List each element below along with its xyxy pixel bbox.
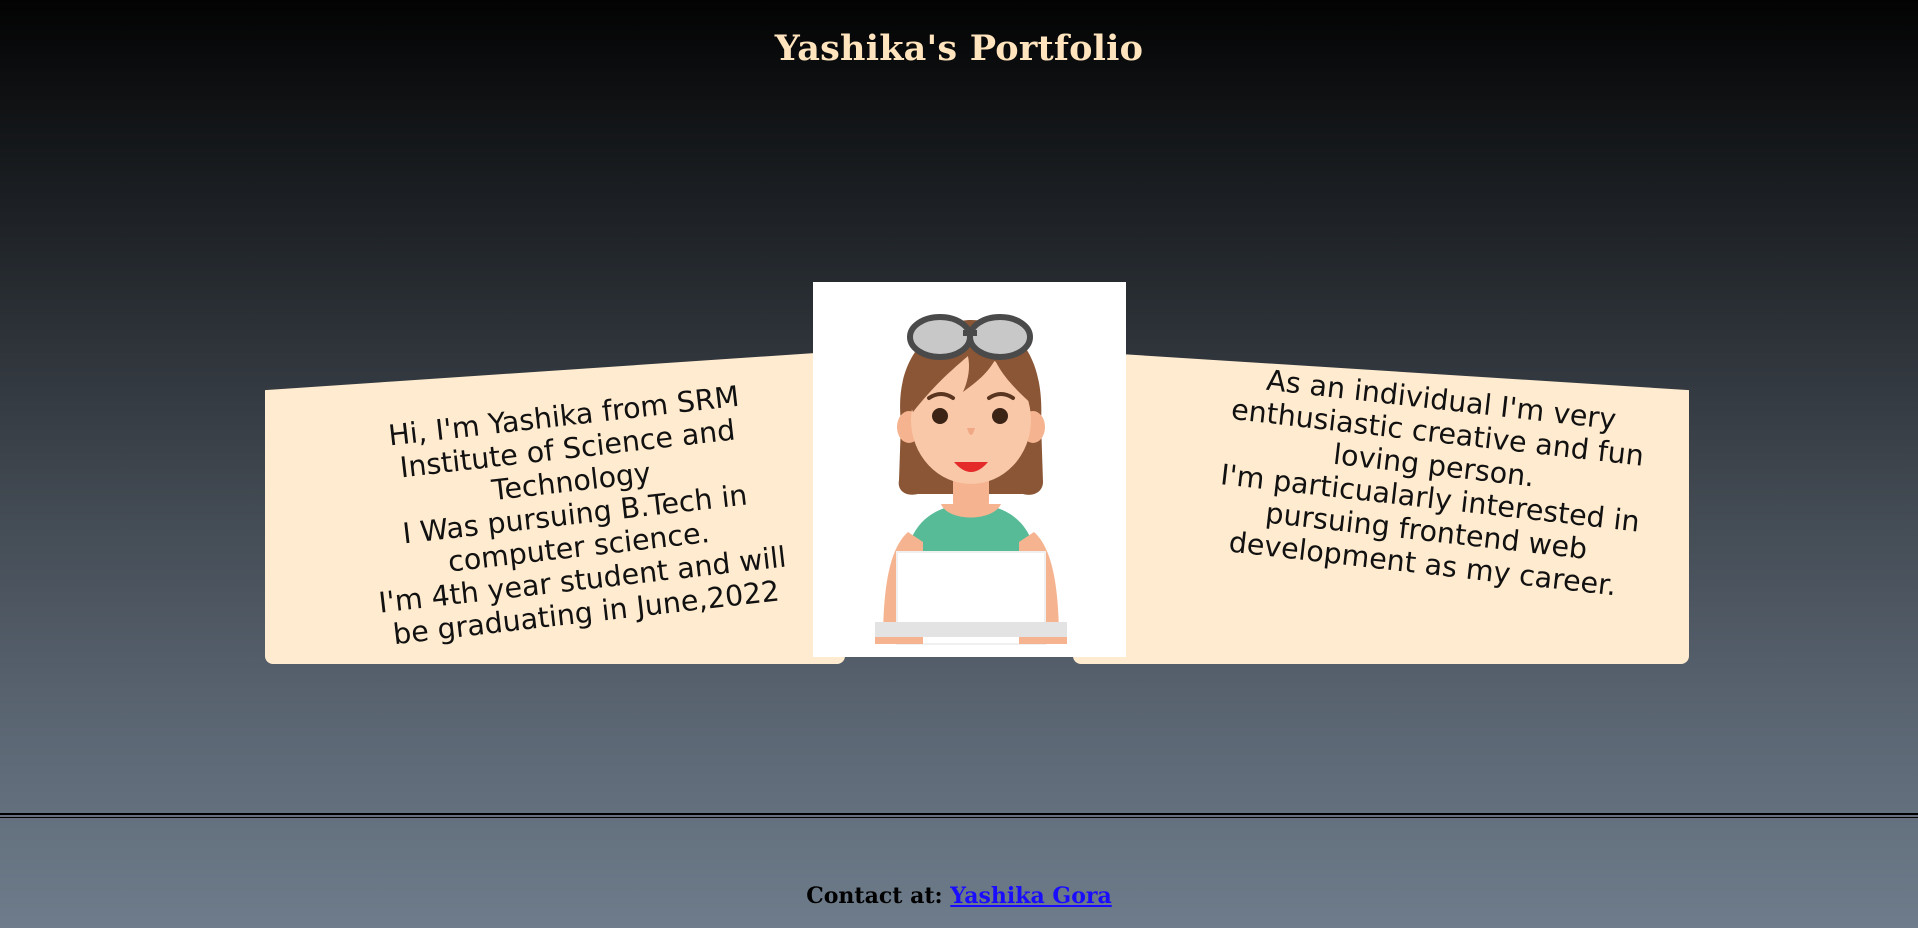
- contact-label: Contact at:: [806, 883, 943, 909]
- avatar-icon: [875, 314, 1067, 645]
- about-left-text: Hi, I'm Yashika from SRM Institute of Sc…: [328, 373, 821, 656]
- about-card-right: As an individual I'm very enthusiastic c…: [1073, 351, 1689, 664]
- footer: Contact at: Yashika Gora: [0, 883, 1918, 909]
- contact-link[interactable]: Yashika Gora: [950, 883, 1111, 909]
- about-right-text: As an individual I'm very enthusiastic c…: [1187, 357, 1676, 607]
- about-card-left: Hi, I'm Yashika from SRM Institute of Sc…: [265, 351, 845, 664]
- footer-divider: [0, 813, 1918, 818]
- profile-photo: [813, 282, 1126, 657]
- page-title: Yashika's Portfolio: [774, 28, 1144, 69]
